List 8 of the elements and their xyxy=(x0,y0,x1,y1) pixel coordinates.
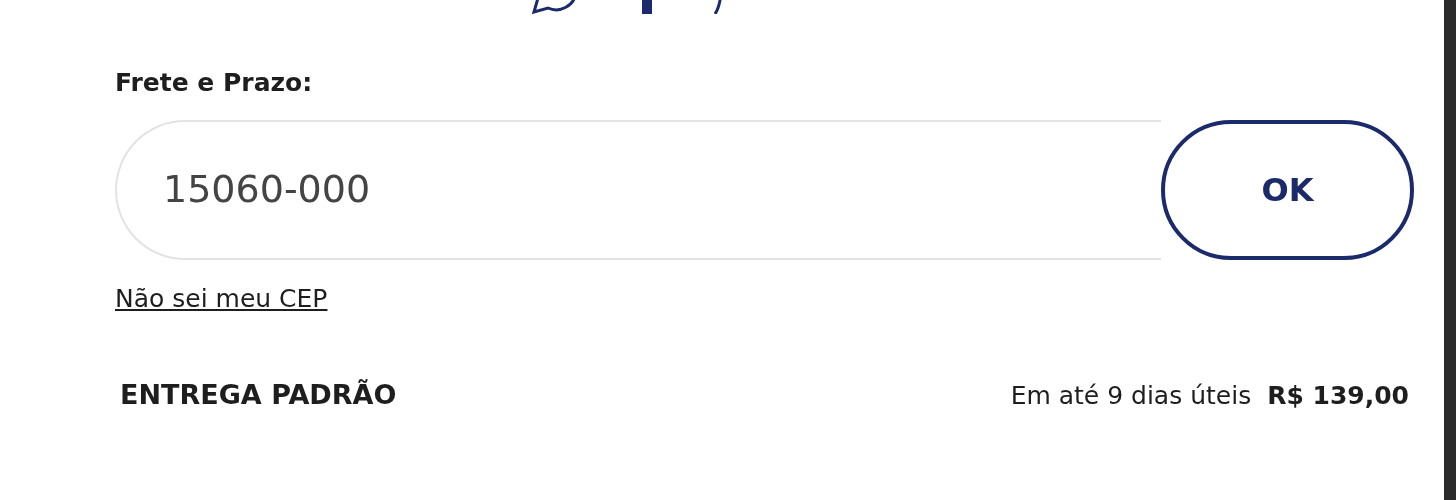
delivery-name: ENTREGA PADRÃO xyxy=(120,378,397,412)
delivery-deadline: Em até 9 dias úteis xyxy=(1010,379,1252,412)
ok-button[interactable]: OK xyxy=(1161,119,1414,260)
field-label: Frete e Prazo: xyxy=(115,67,314,99)
cep-input-field[interactable]: 15060-000 xyxy=(115,119,1161,260)
delivery-price: R$ 139,00 xyxy=(1267,379,1409,412)
help-link[interactable]: Não sei meu CEP xyxy=(115,279,328,317)
scrollbar[interactable] xyxy=(1444,0,1456,500)
